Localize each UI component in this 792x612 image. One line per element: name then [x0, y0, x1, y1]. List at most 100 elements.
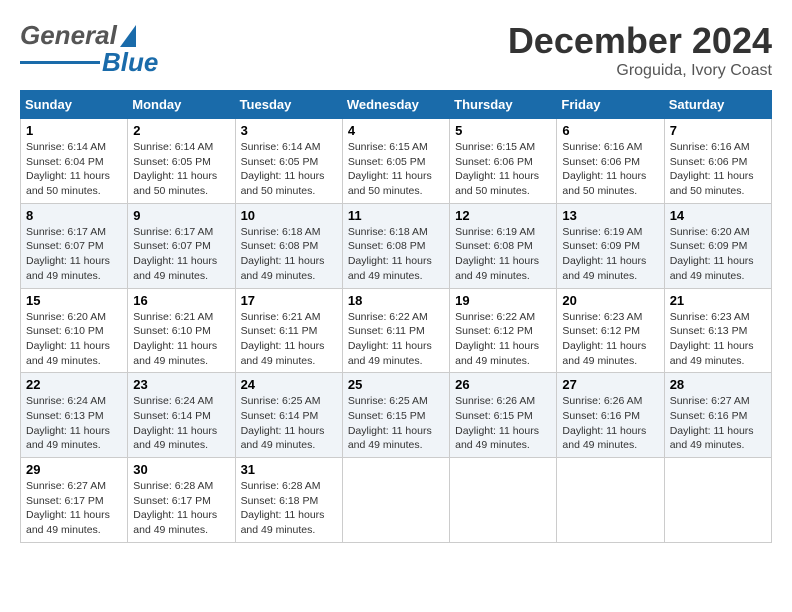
- calendar-header-friday: Friday: [557, 91, 664, 119]
- day-info: Sunrise: 6:24 AMSunset: 6:14 PMDaylight:…: [133, 394, 229, 453]
- day-info: Sunrise: 6:16 AMSunset: 6:06 PMDaylight:…: [562, 140, 658, 199]
- calendar-week-5: 29 Sunrise: 6:27 AMSunset: 6:17 PMDayligh…: [21, 458, 772, 543]
- calendar-table: SundayMondayTuesdayWednesdayThursdayFrid…: [20, 90, 772, 543]
- day-number: 28: [670, 377, 766, 392]
- calendar-cell: 23 Sunrise: 6:24 AMSunset: 6:14 PMDayligh…: [128, 373, 235, 458]
- calendar-cell: 11 Sunrise: 6:18 AMSunset: 6:08 PMDayligh…: [342, 203, 449, 288]
- logo-triangle-icon: [120, 25, 136, 47]
- day-number: 10: [241, 208, 337, 223]
- day-info: Sunrise: 6:14 AMSunset: 6:05 PMDaylight:…: [133, 140, 229, 199]
- day-info: Sunrise: 6:20 AMSunset: 6:09 PMDaylight:…: [670, 225, 766, 284]
- calendar-cell: 29 Sunrise: 6:27 AMSunset: 6:17 PMDayligh…: [21, 458, 128, 543]
- calendar-cell: 15 Sunrise: 6:20 AMSunset: 6:10 PMDayligh…: [21, 288, 128, 373]
- calendar-cell: 17 Sunrise: 6:21 AMSunset: 6:11 PMDayligh…: [235, 288, 342, 373]
- day-info: Sunrise: 6:25 AMSunset: 6:15 PMDaylight:…: [348, 394, 444, 453]
- calendar-header-tuesday: Tuesday: [235, 91, 342, 119]
- calendar-header-wednesday: Wednesday: [342, 91, 449, 119]
- day-info: Sunrise: 6:18 AMSunset: 6:08 PMDaylight:…: [348, 225, 444, 284]
- calendar-cell: 22 Sunrise: 6:24 AMSunset: 6:13 PMDayligh…: [21, 373, 128, 458]
- day-number: 20: [562, 293, 658, 308]
- day-info: Sunrise: 6:23 AMSunset: 6:12 PMDaylight:…: [562, 310, 658, 369]
- day-number: 18: [348, 293, 444, 308]
- day-number: 31: [241, 462, 337, 477]
- logo-blue: Blue: [102, 47, 158, 78]
- page-header: General Blue December 2024 Groguida, Ivo…: [20, 20, 772, 80]
- day-number: 6: [562, 123, 658, 138]
- location-title: Groguida, Ivory Coast: [508, 62, 772, 80]
- calendar-cell: [557, 458, 664, 543]
- calendar-week-4: 22 Sunrise: 6:24 AMSunset: 6:13 PMDayligh…: [21, 373, 772, 458]
- day-number: 30: [133, 462, 229, 477]
- calendar-cell: 2 Sunrise: 6:14 AMSunset: 6:05 PMDaylight…: [128, 119, 235, 204]
- calendar-cell: 28 Sunrise: 6:27 AMSunset: 6:16 PMDayligh…: [664, 373, 771, 458]
- day-info: Sunrise: 6:22 AMSunset: 6:11 PMDaylight:…: [348, 310, 444, 369]
- day-number: 19: [455, 293, 551, 308]
- day-number: 7: [670, 123, 766, 138]
- day-number: 12: [455, 208, 551, 223]
- calendar-week-2: 8Sunrise: 6:17 AMSunset: 6:07 PMDaylight…: [21, 203, 772, 288]
- calendar-cell: 21 Sunrise: 6:23 AMSunset: 6:13 PMDayligh…: [664, 288, 771, 373]
- day-info: Sunrise: 6:18 AMSunset: 6:08 PMDaylight:…: [241, 225, 337, 284]
- calendar-cell: 8Sunrise: 6:17 AMSunset: 6:07 PMDaylight…: [21, 203, 128, 288]
- calendar-cell: 12 Sunrise: 6:19 AMSunset: 6:08 PMDayligh…: [450, 203, 557, 288]
- day-info: Sunrise: 6:14 AMSunset: 6:04 PMDaylight:…: [26, 140, 122, 199]
- day-number: 11: [348, 208, 444, 223]
- day-number: 4: [348, 123, 444, 138]
- calendar-cell: [450, 458, 557, 543]
- day-info: Sunrise: 6:15 AMSunset: 6:05 PMDaylight:…: [348, 140, 444, 199]
- day-number: 21: [670, 293, 766, 308]
- calendar-cell: 7 Sunrise: 6:16 AMSunset: 6:06 PMDaylight…: [664, 119, 771, 204]
- day-number: 16: [133, 293, 229, 308]
- calendar-cell: 25Sunrise: 6:25 AMSunset: 6:15 PMDayligh…: [342, 373, 449, 458]
- calendar-cell: 10 Sunrise: 6:18 AMSunset: 6:08 PMDayligh…: [235, 203, 342, 288]
- day-info: Sunrise: 6:19 AMSunset: 6:09 PMDaylight:…: [562, 225, 658, 284]
- calendar-cell: 26 Sunrise: 6:26 AMSunset: 6:15 PMDayligh…: [450, 373, 557, 458]
- calendar-body: 1 Sunrise: 6:14 AMSunset: 6:04 PMDaylight…: [21, 119, 772, 543]
- day-number: 14: [670, 208, 766, 223]
- day-info: Sunrise: 6:19 AMSunset: 6:08 PMDaylight:…: [455, 225, 551, 284]
- day-number: 22: [26, 377, 122, 392]
- day-number: 17: [241, 293, 337, 308]
- calendar-cell: [342, 458, 449, 543]
- calendar-week-1: 1 Sunrise: 6:14 AMSunset: 6:04 PMDaylight…: [21, 119, 772, 204]
- day-info: Sunrise: 6:16 AMSunset: 6:06 PMDaylight:…: [670, 140, 766, 199]
- day-number: 2: [133, 123, 229, 138]
- day-info: Sunrise: 6:28 AMSunset: 6:18 PMDaylight:…: [241, 479, 337, 538]
- day-number: 29: [26, 462, 122, 477]
- day-number: 13: [562, 208, 658, 223]
- calendar-week-3: 15 Sunrise: 6:20 AMSunset: 6:10 PMDayligh…: [21, 288, 772, 373]
- day-info: Sunrise: 6:26 AMSunset: 6:15 PMDaylight:…: [455, 394, 551, 453]
- day-number: 27: [562, 377, 658, 392]
- day-info: Sunrise: 6:28 AMSunset: 6:17 PMDaylight:…: [133, 479, 229, 538]
- day-number: 5: [455, 123, 551, 138]
- calendar-cell: 4 Sunrise: 6:15 AMSunset: 6:05 PMDaylight…: [342, 119, 449, 204]
- calendar-cell: 16 Sunrise: 6:21 AMSunset: 6:10 PMDayligh…: [128, 288, 235, 373]
- calendar-cell: 9Sunrise: 6:17 AMSunset: 6:07 PMDaylight…: [128, 203, 235, 288]
- calendar-cell: 14 Sunrise: 6:20 AMSunset: 6:09 PMDayligh…: [664, 203, 771, 288]
- calendar-header-thursday: Thursday: [450, 91, 557, 119]
- day-info: Sunrise: 6:23 AMSunset: 6:13 PMDaylight:…: [670, 310, 766, 369]
- calendar-header-monday: Monday: [128, 91, 235, 119]
- logo: General Blue: [20, 20, 158, 78]
- day-number: 24: [241, 377, 337, 392]
- day-info: Sunrise: 6:27 AMSunset: 6:17 PMDaylight:…: [26, 479, 122, 538]
- day-info: Sunrise: 6:17 AMSunset: 6:07 PMDaylight:…: [133, 225, 229, 284]
- calendar-cell: 27Sunrise: 6:26 AMSunset: 6:16 PMDayligh…: [557, 373, 664, 458]
- month-title: December 2024: [508, 20, 772, 62]
- day-info: Sunrise: 6:24 AMSunset: 6:13 PMDaylight:…: [26, 394, 122, 453]
- day-info: Sunrise: 6:22 AMSunset: 6:12 PMDaylight:…: [455, 310, 551, 369]
- day-number: 23: [133, 377, 229, 392]
- day-number: 15: [26, 293, 122, 308]
- day-info: Sunrise: 6:21 AMSunset: 6:10 PMDaylight:…: [133, 310, 229, 369]
- day-info: Sunrise: 6:20 AMSunset: 6:10 PMDaylight:…: [26, 310, 122, 369]
- day-info: Sunrise: 6:27 AMSunset: 6:16 PMDaylight:…: [670, 394, 766, 453]
- calendar-cell: 19 Sunrise: 6:22 AMSunset: 6:12 PMDayligh…: [450, 288, 557, 373]
- day-info: Sunrise: 6:14 AMSunset: 6:05 PMDaylight:…: [241, 140, 337, 199]
- day-number: 3: [241, 123, 337, 138]
- calendar-header-row: SundayMondayTuesdayWednesdayThursdayFrid…: [21, 91, 772, 119]
- calendar-cell: 1 Sunrise: 6:14 AMSunset: 6:04 PMDaylight…: [21, 119, 128, 204]
- calendar-cell: 6 Sunrise: 6:16 AMSunset: 6:06 PMDaylight…: [557, 119, 664, 204]
- day-info: Sunrise: 6:21 AMSunset: 6:11 PMDaylight:…: [241, 310, 337, 369]
- day-number: 26: [455, 377, 551, 392]
- day-number: 1: [26, 123, 122, 138]
